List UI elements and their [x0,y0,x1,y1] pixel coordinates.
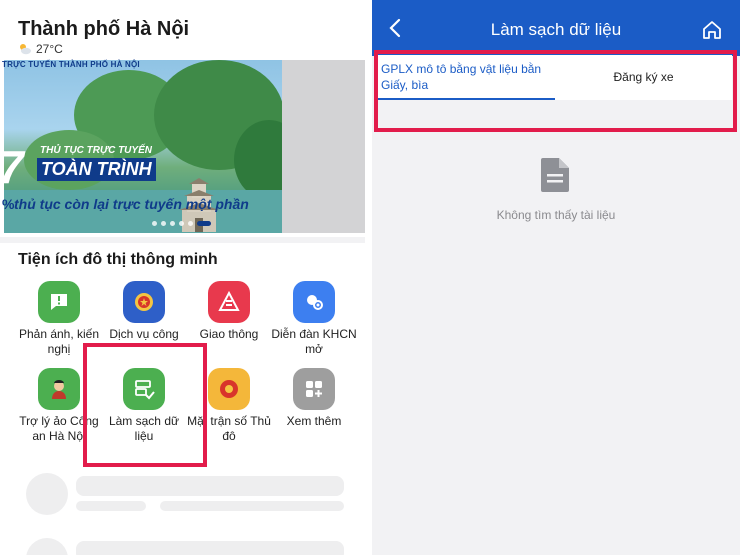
skeleton-line [76,476,344,496]
traffic-icon [208,281,250,323]
skeleton-avatar [26,473,68,515]
empty-state-message: Không tìm thấy tài liệu [496,208,616,222]
skeleton-line [76,541,344,555]
navbar: Làm sạch dữ liệu [372,0,740,56]
chat-alert-icon [38,281,80,323]
left-panel: Thành phố Hà Nội 27°C TRỰC TUYẾN THÀNH P… [0,0,365,555]
section-title: Tiện ích đô thị thông minh [18,251,218,268]
carousel-dots[interactable] [152,221,211,226]
highlight-box [83,343,207,467]
banner-bottom-text: thủ tục còn lại trực tuyến một phần [14,196,249,212]
banner-top-text: TRỰC TUYẾN THÀNH PHỐ HÀ NỘI [2,60,140,69]
document-icon [541,158,569,192]
skeleton-avatar [26,538,68,555]
utility-public-service[interactable]: Dịch vụ công [100,281,188,342]
page-title: Làm sạch dữ liệu [490,20,622,39]
banner-bullet: % [2,196,15,212]
assistant-avatar-icon [38,368,80,410]
utility-see-more[interactable]: Xem thêm [270,368,358,429]
gear-cloud-icon [293,281,335,323]
utility-science-forum[interactable]: Diễn đàn KHCN mở [270,281,358,357]
front-emblem-icon [208,368,250,410]
banner-number: 7 [0,141,24,193]
utility-traffic[interactable]: Giao thông [185,281,273,342]
cloud-sun-icon [20,44,31,55]
divider [0,237,365,243]
grid-plus-icon [293,368,335,410]
skeleton-line [76,501,146,511]
temperature: 27°C [36,42,63,56]
banner-next-peek[interactable] [282,60,365,233]
right-panel: Làm sạch dữ liệu GPLX mô tô bằng vật liệ… [372,0,740,555]
emblem-icon [123,281,165,323]
skeleton-line [160,501,344,511]
city-title: Thành phố Hà Nội [18,18,190,40]
highlight-box [374,50,737,132]
weather-info: 27°C [18,42,63,56]
home-icon[interactable] [702,20,722,40]
banner-subtitle: THỦ TỤC TRỰC TUYẾN [40,145,152,156]
banner-headline: TOÀN TRÌNH [37,158,156,181]
